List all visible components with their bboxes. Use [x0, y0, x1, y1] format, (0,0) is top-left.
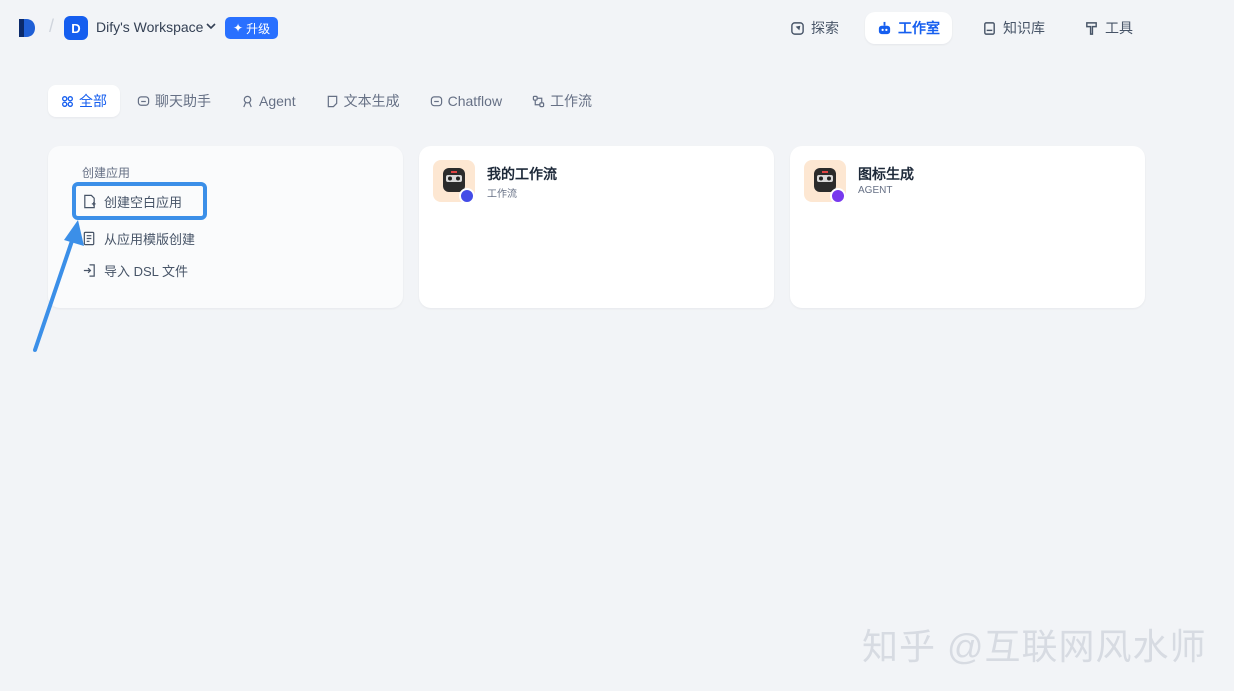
tab-label: 工作流	[550, 93, 593, 109]
annotation-arrow-icon	[33, 220, 84, 352]
chevron-down-icon[interactable]	[205, 20, 217, 32]
nav-knowledge[interactable]: 知识库	[970, 12, 1057, 44]
import-dsl-button[interactable]: 导入 DSL 文件	[82, 259, 188, 281]
tab-label: Chatflow	[447, 93, 503, 109]
tab-label: 文本生成	[343, 93, 400, 109]
create-app-title: 创建应用	[82, 166, 131, 180]
nav-label: 工具	[1105, 20, 1133, 36]
nav-label: 探索	[811, 20, 839, 36]
app-type: 工作流	[487, 189, 517, 200]
chat-icon	[137, 95, 150, 106]
upgrade-label: 升级	[246, 21, 271, 36]
workspace-name[interactable]: Dify's Workspace	[96, 19, 203, 35]
nav-label: 工作室	[898, 20, 940, 36]
breadcrumb-separator: /	[49, 16, 55, 36]
app-card[interactable]: 图标生成 AGENT	[790, 146, 1145, 308]
tab-label: 聊天助手	[155, 93, 211, 109]
app-name: 图标生成	[858, 166, 914, 182]
workflow-badge-icon	[459, 188, 475, 204]
top-header: / D Dify's Workspace ✦ 升级 探索 工作室 知识库 工具	[0, 0, 1234, 56]
tab-chat-assistant[interactable]: 聊天助手	[124, 85, 224, 117]
upgrade-button[interactable]: ✦ 升级	[225, 17, 279, 39]
create-item-label: 从应用模版创建	[104, 231, 196, 247]
app-type: AGENT	[858, 185, 893, 196]
tab-text-generation[interactable]: 文本生成	[313, 85, 413, 117]
dify-logo-icon[interactable]	[17, 17, 37, 39]
app-type-tabs: 全部 聊天助手 Agent 文本生成 Chatflow 工作流	[48, 85, 609, 117]
watermark: 知乎 @互联网风水师	[862, 626, 1207, 667]
app-card[interactable]: 我的工作流 工作流	[419, 146, 774, 308]
nav-studio[interactable]: 工作室	[865, 12, 952, 44]
hammer-icon	[1086, 21, 1097, 35]
nav-explore[interactable]: 探索	[778, 12, 851, 44]
tab-workflow[interactable]: 工作流	[519, 85, 605, 117]
chatflow-icon	[430, 95, 442, 106]
compass-icon	[791, 21, 804, 35]
workspace-avatar[interactable]: D	[64, 16, 88, 40]
agent-icon	[243, 95, 252, 107]
sparkle-icon: ✦	[233, 21, 244, 35]
workflow-icon	[532, 95, 545, 107]
nav-label: 知识库	[1003, 20, 1045, 36]
create-app-card: 创建应用 创建空白应用 从应用模版创建 导入 DSL 文件	[48, 146, 403, 308]
tab-label: 全部	[79, 93, 107, 109]
create-item-label: 导入 DSL 文件	[104, 263, 189, 279]
tab-all[interactable]: 全部	[48, 85, 120, 117]
annotation-highlight-box	[72, 182, 207, 220]
tab-chatflow[interactable]: Chatflow	[417, 85, 515, 117]
tab-label: Agent	[259, 93, 296, 109]
grid-icon	[62, 95, 73, 107]
app-name: 我的工作流	[487, 166, 557, 182]
robot-icon	[878, 21, 891, 34]
book-icon	[984, 21, 995, 35]
create-from-template-button[interactable]: 从应用模版创建	[82, 227, 195, 249]
nav-tools[interactable]: 工具	[1072, 12, 1145, 44]
agent-badge-icon	[830, 188, 846, 204]
text-icon	[327, 95, 337, 107]
tab-agent[interactable]: Agent	[228, 85, 309, 117]
